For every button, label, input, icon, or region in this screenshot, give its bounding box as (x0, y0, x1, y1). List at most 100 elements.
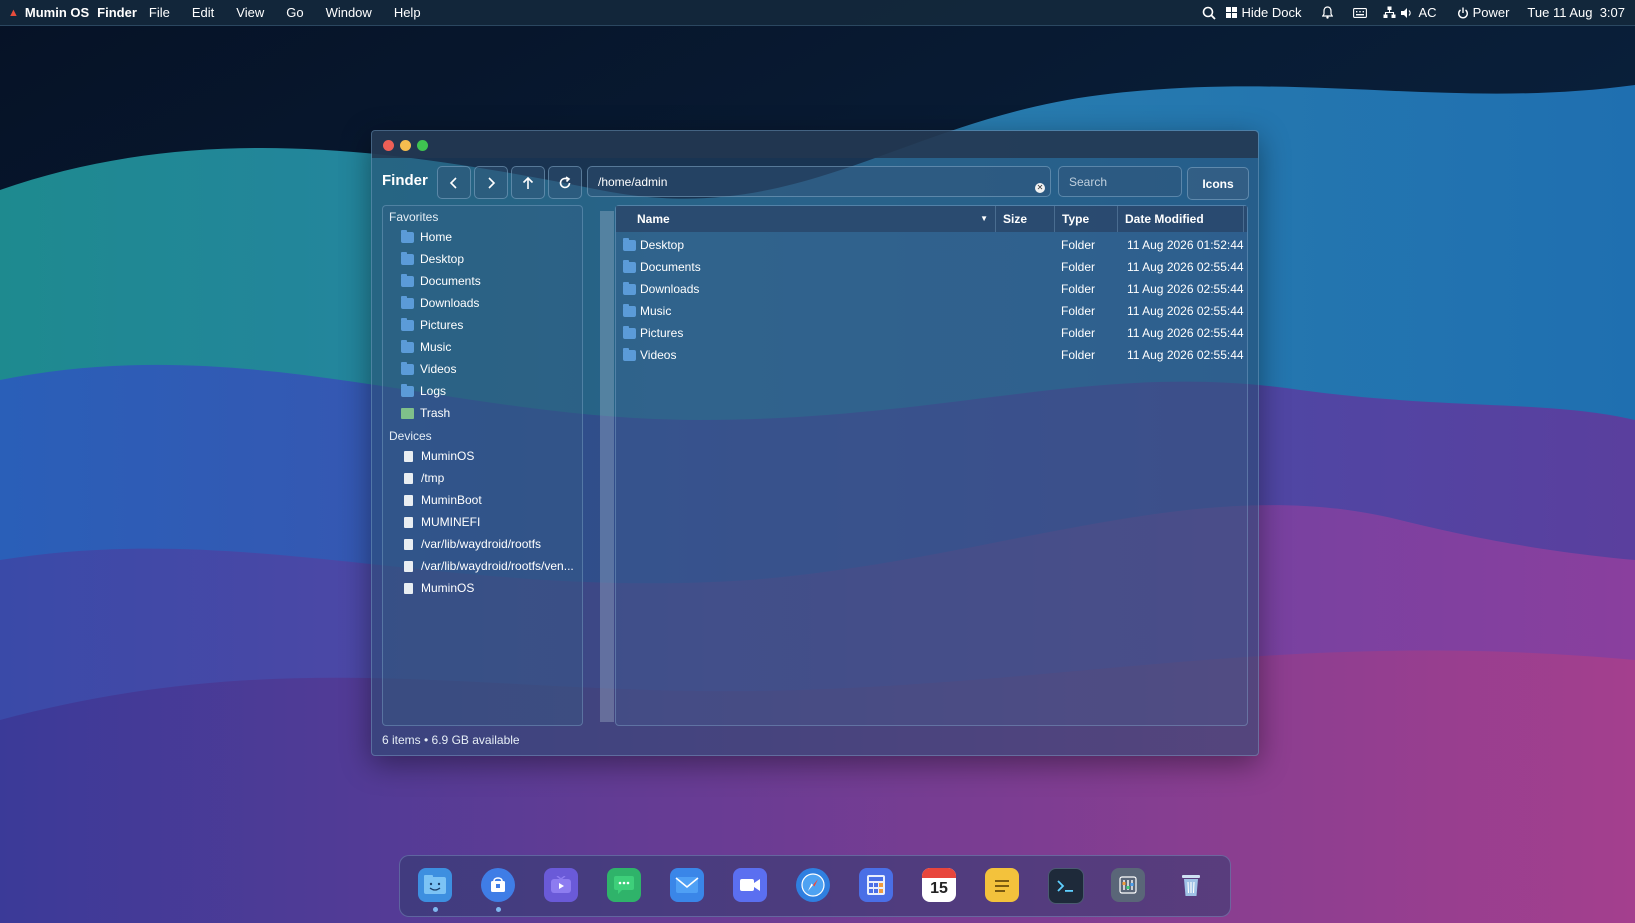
calculator-icon[interactable] (859, 868, 893, 902)
finder-icon[interactable] (418, 868, 452, 902)
search-icon[interactable] (1202, 6, 1216, 20)
sidebar-item-logs[interactable]: Logs (401, 381, 446, 401)
app-name[interactable]: Finder (97, 5, 137, 20)
bell-icon[interactable] (1321, 6, 1333, 19)
file-name: Desktop (640, 238, 685, 252)
view-mode-button[interactable]: Icons (1187, 167, 1249, 200)
os-name[interactable]: Mumin OS (25, 5, 89, 20)
file-date: 11 Aug 2026 02:55:44 (1127, 282, 1244, 296)
sidebar-device[interactable]: /var/lib/waydroid/rootfs (401, 534, 541, 554)
sidebar-item-desktop[interactable]: Desktop (401, 249, 464, 269)
settings-icon[interactable] (1111, 868, 1145, 902)
drive-icon (404, 450, 413, 462)
terminal-icon[interactable] (1048, 868, 1084, 904)
table-row[interactable]: Downloads Folder 11 Aug 2026 02:55:44 (616, 278, 1247, 300)
calendar-day: 15 (930, 880, 948, 897)
close-window-button[interactable] (383, 140, 394, 151)
sidebar-item-home[interactable]: Home (401, 227, 452, 247)
search-input[interactable]: Search (1058, 166, 1182, 197)
power-source-label[interactable]: AC (1419, 5, 1437, 20)
sidebar-device[interactable]: MuminOS (401, 578, 474, 598)
sidebar-device[interactable]: MuminOS (401, 446, 474, 466)
power-icon (1457, 7, 1468, 18)
mail-icon[interactable] (670, 868, 704, 902)
sidebar-item-music[interactable]: Music (401, 337, 451, 357)
messages-icon[interactable] (607, 868, 641, 902)
status-bar: 6 items • 6.9 GB available (382, 733, 520, 747)
folder-icon (401, 339, 414, 353)
sidebar-device[interactable]: MuminBoot (401, 490, 482, 510)
menu-file[interactable]: File (149, 5, 170, 20)
parent-folder-button[interactable] (511, 166, 545, 199)
sidebar-item-videos[interactable]: Videos (401, 359, 456, 379)
tv-icon[interactable] (544, 868, 578, 902)
clock[interactable]: Tue 11 Aug 3:07 (1527, 5, 1625, 20)
calendar-header (922, 868, 956, 878)
table-row[interactable]: Desktop Folder 11 Aug 2026 01:52:44 (616, 234, 1247, 256)
menu-help[interactable]: Help (394, 5, 421, 20)
notes-icon[interactable] (985, 868, 1019, 902)
menu-window[interactable]: Window (326, 5, 372, 20)
hide-dock-button[interactable]: Hide Dock (1225, 5, 1302, 20)
forward-button[interactable] (474, 166, 508, 199)
calendar-icon[interactable]: 15 (922, 868, 956, 902)
file-type: Folder (1061, 260, 1096, 274)
keyboard-icon[interactable] (1352, 7, 1367, 18)
finder-toolbar: Finder /home/admin ✕ Search Icons (372, 166, 1258, 200)
sidebar-item-label: Logs (420, 384, 447, 398)
table-row[interactable]: Pictures Folder 11 Aug 2026 02:55:44 (616, 322, 1247, 344)
browser-icon[interactable] (796, 868, 830, 902)
drive-icon (404, 472, 413, 484)
table-row[interactable]: Videos Folder 11 Aug 2026 02:55:44 (616, 344, 1247, 366)
column-header-name[interactable]: Name ▼ (616, 206, 996, 232)
sidebar-item-pictures[interactable]: Pictures (401, 315, 463, 335)
column-header-size[interactable]: Size (996, 206, 1055, 232)
folder-icon (623, 238, 636, 251)
sidebar-device[interactable]: /var/lib/waydroid/rootfs/ven... (401, 556, 574, 576)
file-date: 11 Aug 2026 02:55:44 (1127, 260, 1244, 274)
maximize-window-button[interactable] (417, 140, 428, 151)
folder-icon (623, 326, 636, 339)
power-button[interactable]: Power (1457, 5, 1510, 20)
video-call-icon[interactable] (733, 868, 767, 902)
clear-path-icon[interactable]: ✕ (1035, 183, 1045, 193)
grid-icon (1225, 7, 1237, 18)
sidebar-item-label: MUMINEFI (421, 515, 481, 529)
path-value: /home/admin (598, 175, 668, 189)
menu-view[interactable]: View (236, 5, 264, 20)
refresh-icon (559, 175, 571, 188)
file-name: Pictures (640, 326, 684, 340)
column-header-date[interactable]: Date Modified (1118, 206, 1244, 232)
column-header-label: Size (1003, 212, 1028, 226)
power-label: Power (1472, 5, 1510, 20)
sidebar-item-label: MuminOS (421, 581, 475, 595)
sidebar-device[interactable]: /tmp (401, 468, 444, 488)
folder-icon (623, 282, 636, 295)
sidebar-item-label: Desktop (420, 252, 465, 266)
volume-icon[interactable] (1400, 7, 1413, 19)
sidebar-item-trash[interactable]: Trash (401, 403, 450, 423)
refresh-button[interactable] (548, 166, 582, 199)
drive-icon (404, 560, 413, 572)
folder-icon (401, 251, 414, 265)
column-header-type[interactable]: Type (1055, 206, 1118, 232)
sidebar-splitter[interactable] (600, 211, 614, 722)
sidebar-device[interactable]: MUMINEFI (401, 512, 480, 532)
minimize-window-button[interactable] (400, 140, 411, 151)
file-type: Folder (1061, 348, 1096, 362)
back-button[interactable] (437, 166, 471, 199)
window-titlebar[interactable] (372, 131, 1258, 158)
table-row[interactable]: Music Folder 11 Aug 2026 02:55:44 (616, 300, 1247, 322)
store-icon[interactable] (481, 868, 515, 902)
app-logo-icon[interactable]: ▲ (8, 7, 19, 19)
drive-icon (404, 494, 413, 506)
menu-edit[interactable]: Edit (192, 5, 214, 20)
table-row[interactable]: Documents Folder 11 Aug 2026 02:55:44 (616, 256, 1247, 278)
trash-icon[interactable] (1174, 868, 1208, 902)
sidebar-item-documents[interactable]: Documents (401, 271, 481, 291)
sidebar-item-downloads[interactable]: Downloads (401, 293, 479, 313)
network-icon[interactable] (1383, 6, 1396, 19)
menu-go[interactable]: Go (286, 5, 303, 20)
path-field[interactable]: /home/admin ✕ (587, 166, 1051, 197)
chevron-right-icon (488, 176, 496, 189)
